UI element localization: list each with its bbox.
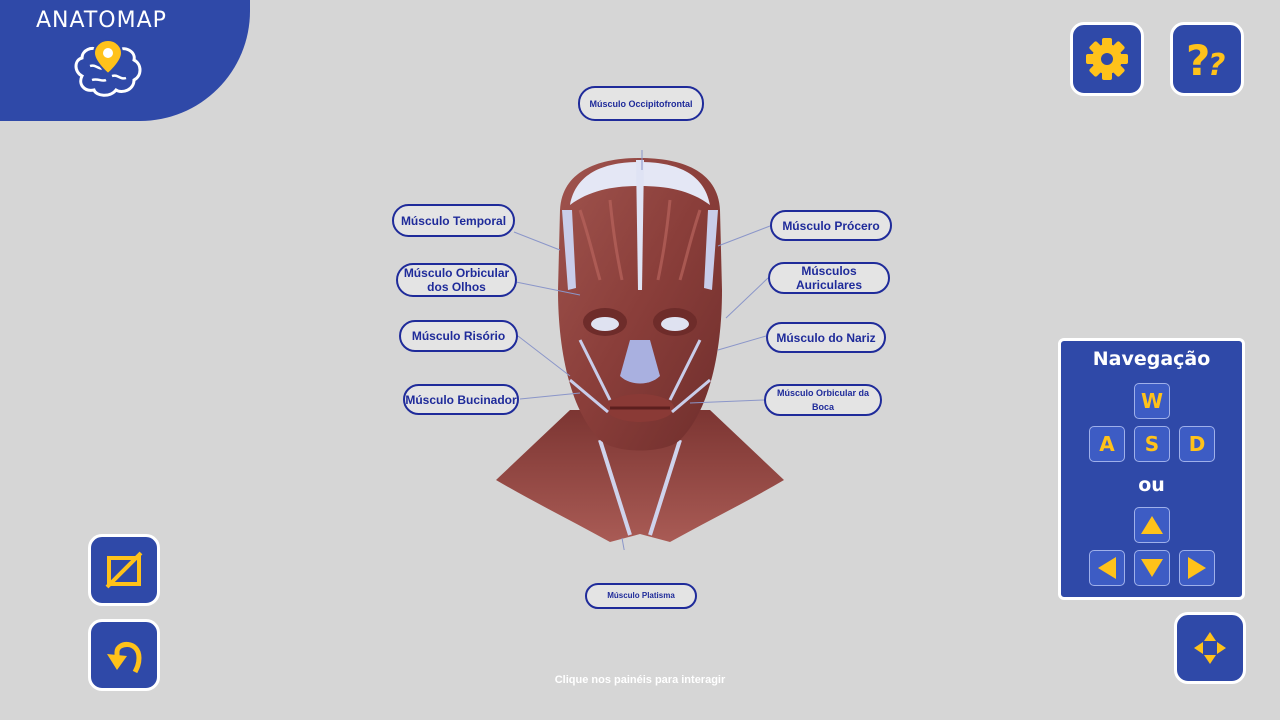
arrow-left-key[interactable]	[1089, 550, 1125, 586]
brain-pin-icon	[74, 38, 142, 97]
arrow-left-icon	[1098, 557, 1116, 579]
label-orbicular-olhos[interactable]: Músculo Orbicular dos Olhos	[396, 263, 517, 297]
help-button[interactable]: ? ?	[1170, 22, 1244, 96]
move-arrows-icon	[1194, 632, 1226, 664]
label-orbicular-boca[interactable]: Músculo Orbicular da Boca	[764, 384, 882, 416]
key-d[interactable]: D	[1179, 426, 1215, 462]
gear-icon	[1086, 38, 1128, 80]
label-nariz[interactable]: Músculo do Nariz	[766, 322, 886, 353]
logo-panel: ANATOMAP	[0, 0, 250, 121]
help-icon: ? ?	[1186, 36, 1225, 83]
arrow-right-key[interactable]	[1179, 550, 1215, 586]
label-bucinador[interactable]: Músculo Bucinador	[403, 384, 519, 415]
arrow-up-key[interactable]	[1134, 507, 1170, 543]
key-w[interactable]: W	[1134, 383, 1170, 419]
key-a[interactable]: A	[1089, 426, 1125, 462]
key-s[interactable]: S	[1134, 426, 1170, 462]
label-procero[interactable]: Músculo Prócero	[770, 210, 892, 241]
label-risorio[interactable]: Músculo Risório	[399, 320, 518, 352]
no-labels-icon	[105, 551, 143, 589]
svg-text:?: ?	[1208, 48, 1225, 83]
arrow-up-icon	[1141, 516, 1163, 534]
navigation-panel: Navegação W A S D ou	[1058, 338, 1245, 600]
arrow-down-icon	[1141, 559, 1163, 577]
hide-labels-button[interactable]	[88, 534, 160, 606]
navigation-title: Navegação	[1092, 348, 1211, 370]
label-occipitofrontal[interactable]: Músculo Occipitofrontal	[578, 86, 704, 121]
arrow-right-icon	[1188, 557, 1206, 579]
undo-icon	[107, 642, 142, 674]
settings-button[interactable]	[1070, 22, 1144, 96]
interaction-hint: Clique nos painéis para interagir	[554, 674, 726, 686]
label-temporal[interactable]: Músculo Temporal	[392, 204, 515, 237]
label-platisma[interactable]: Músculo Platisma	[585, 583, 697, 609]
navigation-or: ou	[1138, 474, 1165, 496]
label-auriculares[interactable]: Músculos Auriculares	[768, 262, 890, 294]
head-muscle-model[interactable]	[490, 150, 790, 550]
logo-text: ANATOMAP	[36, 8, 167, 33]
arrow-down-key[interactable]	[1134, 550, 1170, 586]
svg-text:?: ?	[1186, 36, 1210, 83]
